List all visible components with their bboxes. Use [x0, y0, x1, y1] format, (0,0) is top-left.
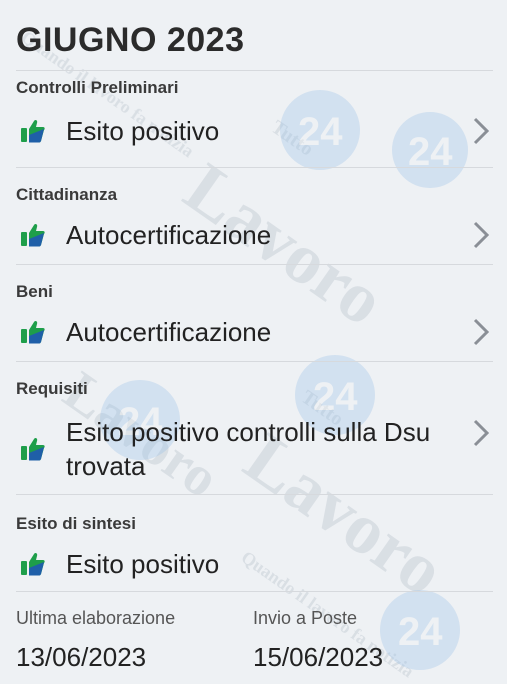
- chevron-right-icon[interactable]: [469, 418, 493, 448]
- footer-dates: Ultima elaborazione 13/06/2023 Invio a P…: [16, 591, 493, 674]
- poste-label: Invio a Poste: [253, 608, 358, 628]
- thumbs-up-icon: [21, 119, 45, 143]
- chevron-right-icon[interactable]: [469, 317, 493, 347]
- section-value: Autocertificazione: [66, 317, 272, 347]
- elaborazione-date: 13/06/2023: [16, 642, 147, 672]
- poste-block: Invio a Poste 15/06/2023: [253, 606, 490, 674]
- chevron-right-icon[interactable]: [469, 116, 493, 146]
- chevron-right-icon[interactable]: [469, 220, 493, 250]
- elaborazione-block: Ultima elaborazione 13/06/2023: [16, 606, 253, 674]
- section-cittadinanza[interactable]: Cittadinanza Autocertificazione: [16, 167, 493, 264]
- section-label: Requisiti: [16, 379, 88, 398]
- section-label: Controlli Preliminari: [16, 78, 179, 97]
- section-label: Esito di sintesi: [16, 514, 136, 533]
- thumbs-up-icon: [21, 223, 45, 247]
- section-value: Esito positivo controlli sulla Dsu trova…: [66, 417, 431, 481]
- thumbs-up-icon: [21, 437, 45, 461]
- poste-date: 15/06/2023: [253, 642, 384, 672]
- section-beni[interactable]: Beni Autocertificazione: [16, 264, 493, 361]
- thumbs-up-icon: [21, 552, 45, 576]
- elaborazione-label: Ultima elaborazione: [16, 608, 176, 628]
- section-controlli-preliminari[interactable]: Controlli Preliminari Esito positivo: [16, 70, 493, 167]
- section-value: Autocertificazione: [66, 220, 272, 250]
- section-esito-sintesi: Esito di sintesi Esito positivo: [16, 494, 493, 591]
- section-label: Beni: [16, 282, 53, 301]
- section-requisiti[interactable]: Requisiti Esito positivo controlli sulla…: [16, 361, 493, 494]
- page-title: GIUGNO 2023: [16, 21, 245, 59]
- section-label: Cittadinanza: [16, 185, 118, 204]
- thumbs-up-icon: [21, 320, 45, 344]
- status-panel: GIUGNO 2023 Controlli Preliminari Esito …: [0, 0, 507, 674]
- section-value: Esito positivo: [66, 549, 220, 579]
- section-value: Esito positivo: [66, 116, 220, 146]
